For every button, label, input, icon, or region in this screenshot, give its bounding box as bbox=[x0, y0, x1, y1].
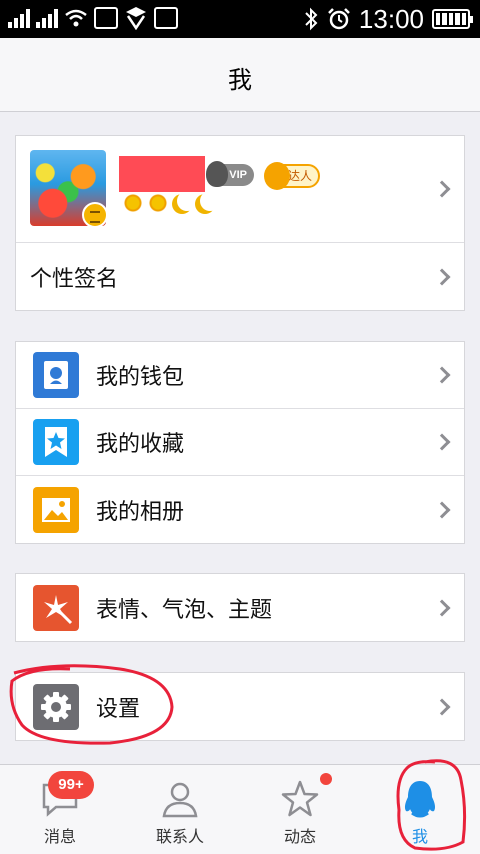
settings-group: 设置 bbox=[15, 672, 465, 741]
title-bar: 我 bbox=[0, 38, 480, 112]
bluetooth-icon bbox=[305, 7, 318, 31]
emoji-theme-row[interactable]: 表情、气泡、主题 bbox=[16, 574, 464, 641]
battery-icon bbox=[432, 9, 473, 29]
chevron-right-icon bbox=[433, 180, 451, 198]
penguin-icon bbox=[404, 781, 436, 818]
favorites-label: 我的收藏 bbox=[96, 432, 185, 457]
tab-label: 动态 bbox=[283, 827, 316, 846]
chevron-right-icon bbox=[433, 698, 451, 715]
level-icons bbox=[122, 192, 215, 214]
page-title: 我 bbox=[228, 66, 252, 94]
notification-image-icon bbox=[94, 7, 118, 29]
chevron-right-icon bbox=[433, 501, 451, 518]
tab-messages[interactable]: 99+ 消息 bbox=[0, 765, 120, 854]
signature-row[interactable]: 个性签名 bbox=[16, 243, 464, 310]
album-icon bbox=[33, 486, 79, 533]
moon-level-icon bbox=[177, 191, 197, 211]
tab-feed[interactable]: 动态 bbox=[240, 765, 360, 854]
profile-group: VIP 达人 个性签名 bbox=[15, 135, 465, 311]
sun-level-icon bbox=[122, 192, 144, 214]
wifi-icon bbox=[65, 9, 87, 27]
gear-icon bbox=[33, 683, 79, 730]
settings-row[interactable]: 设置 bbox=[16, 673, 464, 740]
membership-badge-icon bbox=[82, 202, 106, 226]
settings-label: 设置 bbox=[96, 696, 141, 722]
contact-person-icon bbox=[162, 782, 198, 818]
tab-label: 消息 bbox=[43, 827, 76, 846]
chevron-right-icon bbox=[433, 433, 451, 451]
unread-badge: 99+ bbox=[48, 771, 94, 799]
album-label: 我的相册 bbox=[96, 499, 185, 525]
emoji-theme-icon bbox=[33, 584, 79, 631]
new-activity-dot bbox=[320, 773, 332, 785]
sun-level-icon bbox=[147, 192, 169, 214]
daren-badge[interactable]: 达人 bbox=[264, 162, 320, 190]
gallery-notification-icon bbox=[154, 7, 178, 29]
favorites-row[interactable]: 我的收藏 bbox=[16, 409, 464, 476]
wallet-label: 我的钱包 bbox=[96, 365, 185, 390]
tab-me[interactable]: 我 bbox=[360, 765, 480, 854]
profile-row[interactable]: VIP 达人 bbox=[16, 136, 464, 243]
chevron-right-icon bbox=[433, 599, 451, 616]
tab-contacts[interactable]: 联系人 bbox=[120, 765, 240, 854]
signature-label: 个性签名 bbox=[30, 266, 119, 292]
signal-icon-2 bbox=[36, 8, 58, 28]
star-icon bbox=[281, 780, 319, 817]
alarm-icon bbox=[328, 8, 350, 30]
personalize-group: 表情、气泡、主题 bbox=[15, 573, 465, 642]
album-row[interactable]: 我的相册 bbox=[16, 476, 464, 543]
tab-label: 我 bbox=[411, 827, 428, 846]
vip-badge[interactable]: VIP bbox=[206, 161, 254, 187]
chevron-right-icon bbox=[433, 268, 451, 285]
chevron-right-icon bbox=[433, 366, 451, 384]
app-notification-icon bbox=[126, 7, 146, 30]
services-group: 我的钱包 我的收藏 我的相册 bbox=[15, 341, 465, 544]
clock: 13:00 bbox=[358, 4, 424, 34]
moon-level-icon bbox=[200, 191, 220, 211]
avatar[interactable] bbox=[30, 150, 106, 226]
wallet-icon bbox=[33, 352, 79, 398]
signal-icon bbox=[8, 8, 30, 28]
nickname-redacted bbox=[119, 156, 205, 192]
favorites-icon bbox=[33, 419, 79, 465]
emoji-theme-label: 表情、气泡、主题 bbox=[96, 597, 273, 623]
tab-label: 联系人 bbox=[155, 827, 204, 846]
tab-bar: 99+ 消息 联系人 动态 我 bbox=[0, 764, 480, 854]
status-bar: 13:00 bbox=[0, 0, 480, 38]
wallet-row[interactable]: 我的钱包 bbox=[16, 342, 464, 409]
